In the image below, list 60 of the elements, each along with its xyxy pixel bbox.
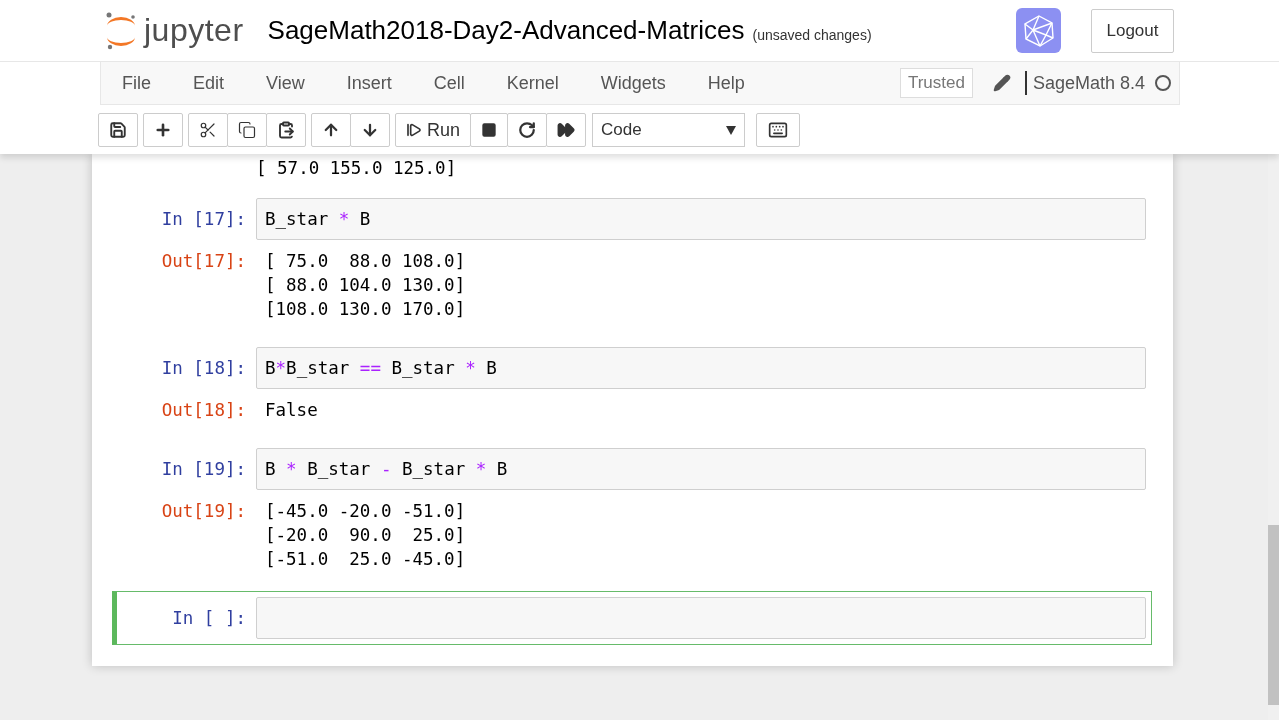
output-prompt: Out[18]: — [160, 399, 247, 422]
jupyter-logo[interactable]: jupyter — [104, 10, 244, 51]
code-input[interactable]: B_star * B — [256, 198, 1146, 240]
code-input[interactable] — [256, 597, 1146, 639]
run-button[interactable]: Run — [395, 113, 472, 147]
code-input[interactable]: B * B_star - B_star * B — [256, 448, 1146, 490]
save-button[interactable] — [98, 113, 138, 147]
cell-output: False — [264, 399, 319, 422]
cell-output: [ 75.0 88.0 108.0] [ 88.0 104.0 130.0] [108.0 130.0 170.0] — [264, 250, 467, 321]
menu-item[interactable]: Widgets — [600, 72, 666, 94]
logout-button[interactable]: Logout — [1091, 8, 1174, 53]
scrollbar-thumb[interactable] — [1268, 525, 1279, 705]
menu-item[interactable]: Help — [707, 72, 745, 94]
cell-output: [ 57.0 155.0 125.0] — [255, 157, 458, 180]
insert-cell-button[interactable] — [143, 113, 183, 147]
kernel-name[interactable]: SageMath 8.4 — [1032, 72, 1145, 94]
input-prompt: In [17]: — [160, 208, 247, 231]
output-prompt: Out[19]: — [160, 500, 247, 523]
run-all-button[interactable] — [546, 113, 587, 147]
paste-icon — [277, 121, 295, 139]
restart-button[interactable] — [507, 113, 548, 147]
keyboard-button[interactable] — [756, 113, 801, 147]
step-forward-icon — [406, 122, 422, 138]
move-down-button[interactable] — [350, 113, 390, 147]
copy-icon — [238, 121, 256, 139]
notebook-name[interactable]: SageMath2018-Day2-Advanced-Matrices — [267, 15, 745, 46]
move-up-button[interactable] — [311, 113, 351, 147]
restart-icon — [518, 121, 537, 139]
trusted-indicator[interactable]: Trusted — [899, 68, 973, 98]
code-input[interactable]: B*B_star == B_star * B — [256, 347, 1146, 389]
menu-item[interactable]: Cell — [433, 72, 465, 94]
menu-item[interactable]: Kernel — [506, 72, 559, 94]
save-status: (unsaved changes) — [752, 26, 872, 43]
output-prompt: Out[17]: — [160, 250, 247, 273]
cut-button[interactable] — [188, 113, 228, 147]
scissors-icon — [199, 121, 217, 139]
copy-button[interactable] — [227, 113, 267, 147]
fast-forward-icon — [557, 121, 576, 139]
save-icon — [109, 121, 127, 139]
input-prompt: In [ ]: — [171, 607, 247, 630]
menu-item[interactable]: View — [266, 72, 305, 94]
input-prompt: In [18]: — [160, 357, 247, 380]
jupyter-logo-icon — [104, 10, 138, 51]
stop-button[interactable] — [470, 113, 509, 147]
notebook-cell[interactable]: In [ ]: — [112, 591, 1152, 645]
caret-icon — [726, 125, 737, 135]
menu-item[interactable]: File — [122, 72, 151, 94]
input-prompt: In [19]: — [160, 458, 247, 481]
cell-type-dropdown[interactable]: Code — [592, 113, 746, 147]
menu-item[interactable]: Edit — [193, 72, 225, 94]
arrow-down-icon — [361, 121, 379, 139]
menu-item[interactable]: Insert — [346, 72, 392, 94]
edit-icon[interactable] — [992, 74, 1011, 92]
square-icon — [481, 122, 498, 138]
sage-logo-icon — [1016, 8, 1061, 53]
logo-text: jupyter — [144, 12, 244, 49]
keyboard-icon — [768, 120, 789, 140]
paste-button[interactable] — [266, 113, 306, 147]
plus-icon — [154, 121, 172, 139]
cell-output: [-45.0 -20.0 -51.0] [-20.0 90.0 25.0] [-51.0 25.0 -45.0] — [264, 500, 467, 571]
